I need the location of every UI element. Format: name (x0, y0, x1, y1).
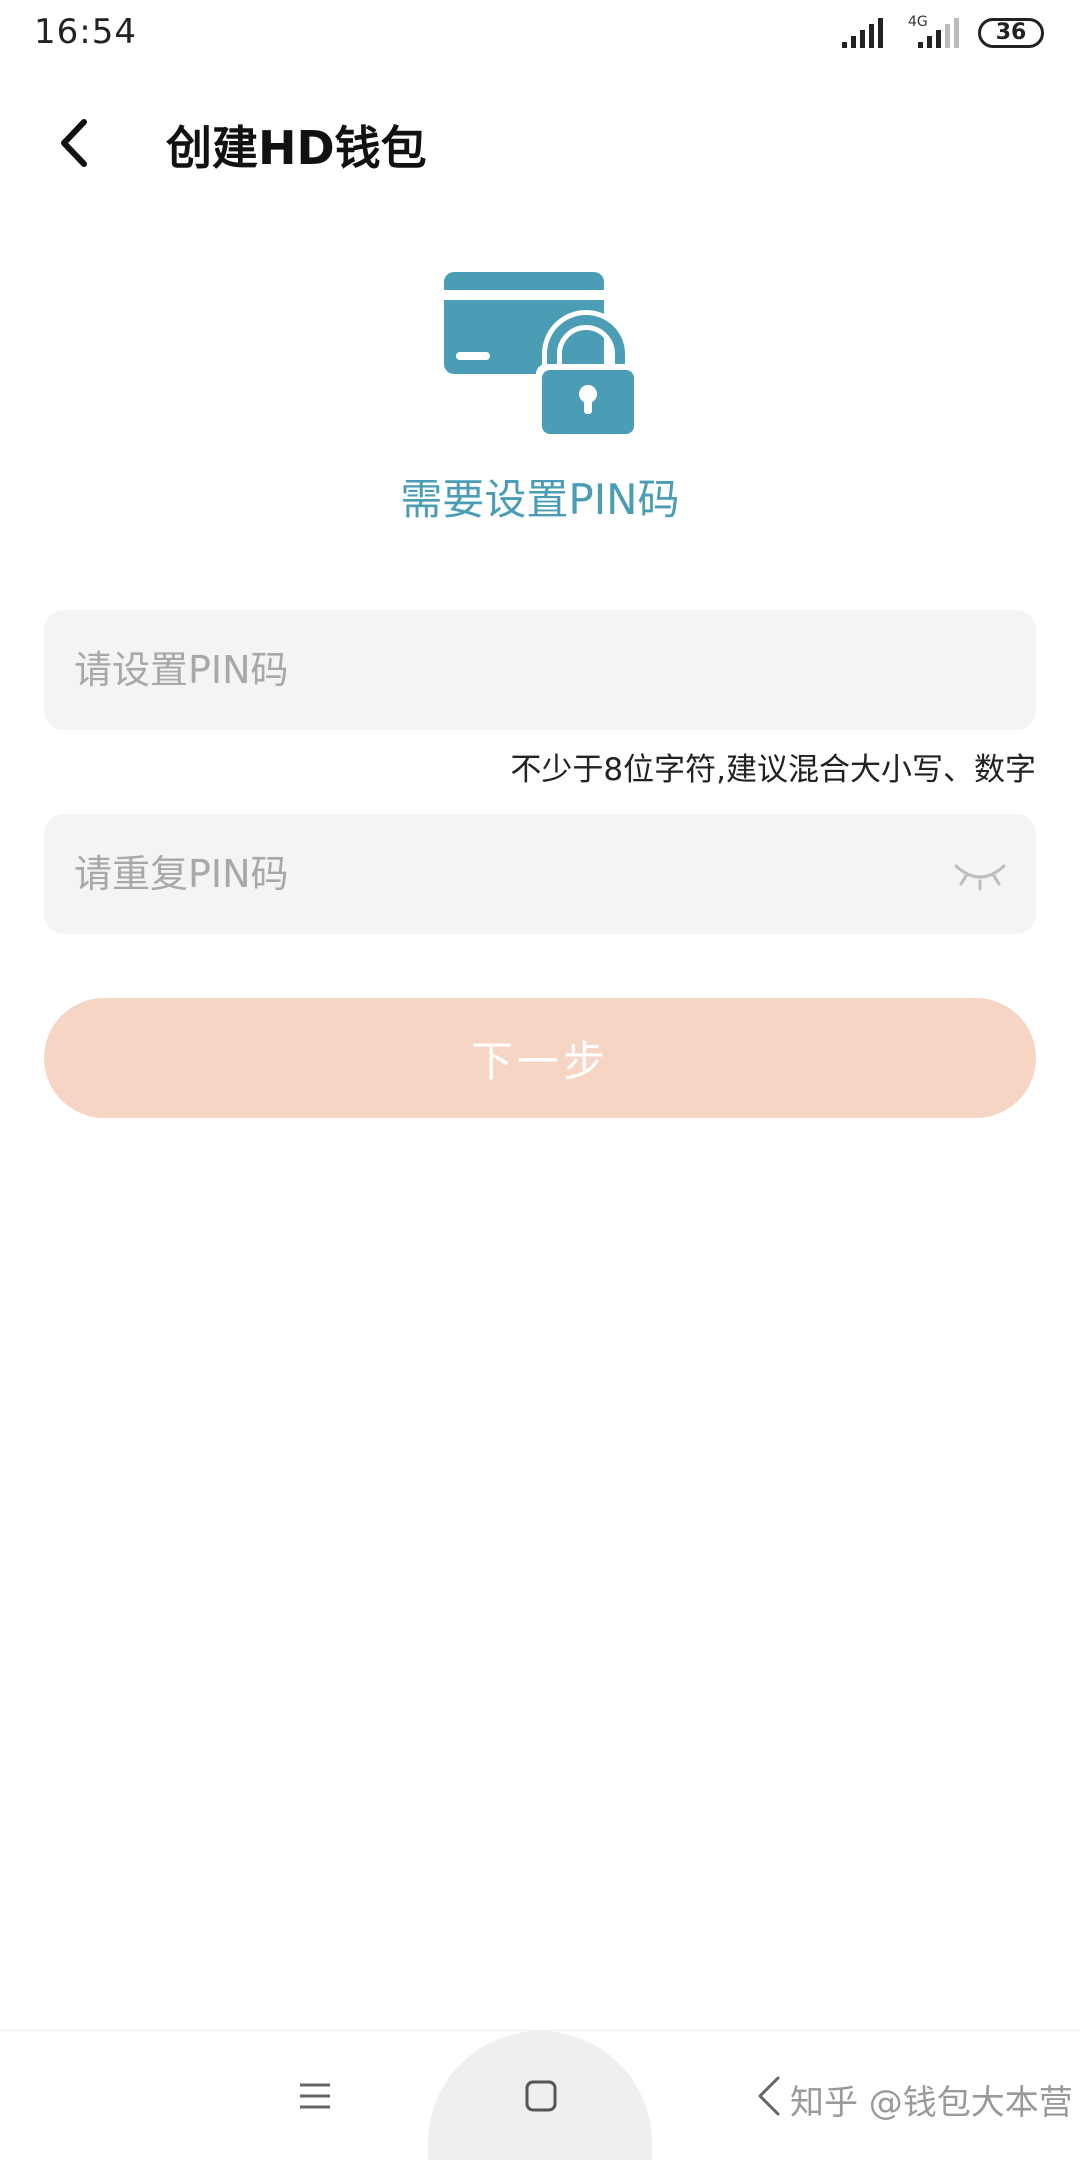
repeat-pin-input[interactable] (74, 814, 954, 934)
chevron-left-icon[interactable] (54, 116, 98, 170)
card-lock-icon (444, 272, 640, 438)
status-time: 16:54 (34, 12, 137, 52)
menu-icon[interactable] (298, 2079, 332, 2113)
status-bar: 16:54 4G 36 (0, 0, 1080, 70)
pin-heading: 需要设置PIN码 (400, 475, 680, 524)
pin-input[interactable] (74, 610, 954, 730)
signal-icon-secondary (918, 18, 959, 48)
screen: 16:54 4G 36 创建HD钱包 需要设置PIN码 不少于8位字符,建议混合… (0, 0, 1080, 2160)
battery-indicator: 36 (978, 18, 1044, 48)
signal-icon (842, 18, 883, 48)
page-title: 创建HD钱包 (166, 121, 427, 175)
repeat-pin-input-container[interactable] (44, 814, 1036, 934)
home-icon[interactable] (524, 2079, 558, 2113)
eye-closed-icon[interactable] (952, 854, 1008, 894)
next-button[interactable]: 下一步 (44, 998, 1036, 1118)
back-icon[interactable] (756, 2075, 782, 2117)
watermark: 知乎 @钱包大本营 (790, 2083, 1073, 2123)
pin-input-container[interactable] (44, 610, 1036, 730)
pin-hint: 不少于8位字符,建议混合大小写、数字 (510, 752, 1036, 788)
navigation-bar: 知乎 @钱包大本营 (0, 2030, 1080, 2160)
